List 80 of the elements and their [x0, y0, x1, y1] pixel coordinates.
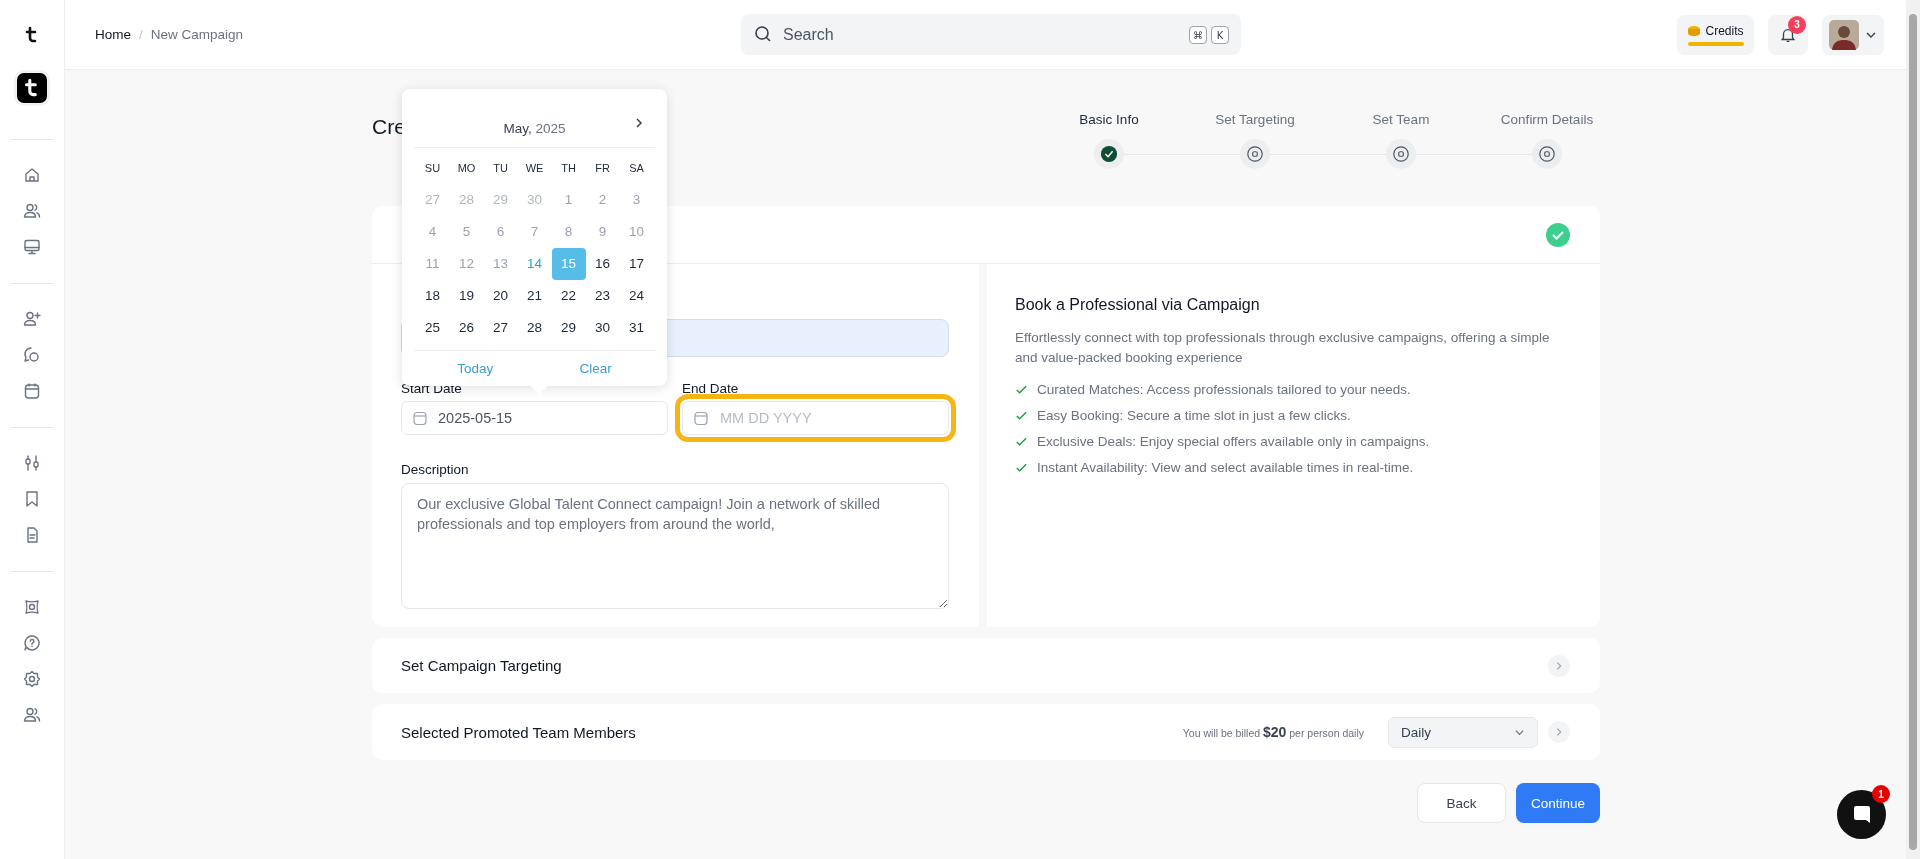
chat-button[interactable]	[1837, 790, 1886, 839]
step-label: Set Targeting	[1215, 112, 1295, 127]
calendar-icon	[412, 410, 428, 426]
section-row[interactable]: Selected Promoted Team Members You will be billed $20 per person daily Daily	[372, 704, 1600, 760]
feature-text: Easy Booking: Secure a time slot in just a few clicks.	[1037, 407, 1351, 423]
scrollbar[interactable]	[1906, 0, 1920, 859]
section-title: Set Campaign Targeting	[401, 657, 562, 674]
calendar-day[interactable]: 16	[585, 247, 620, 280]
chevron-right-icon	[633, 117, 645, 129]
billing-note: You will be billed $20 per person daily	[1182, 724, 1364, 740]
weekday-label: TH	[560, 160, 577, 176]
settings-icon[interactable]	[22, 669, 42, 689]
calendar-day[interactable]: 20	[483, 279, 518, 312]
app-logo[interactable]	[17, 73, 47, 103]
calendar-day[interactable]: 19	[449, 279, 484, 312]
feature-text: Exclusive Deals: Enjoy special offers available only in campaigns.	[1037, 433, 1430, 449]
calendar-day[interactable]: 24	[619, 279, 654, 312]
avatar-icon	[1829, 19, 1859, 50]
calendar-action-link[interactable]: Clear	[579, 360, 612, 376]
monitor-icon[interactable]	[22, 237, 42, 257]
shortcut-key: ⌘	[1189, 26, 1207, 44]
chevron-right-icon	[1554, 727, 1564, 737]
description-field[interactable]: Our exclusive Global Talent Connect campaign! Join a network of skilled professionals and top employers from around the world,	[401, 483, 949, 609]
breadcrumb-link[interactable]: Home	[95, 27, 131, 42]
credits-button[interactable]: Credits	[1677, 14, 1754, 55]
field-label: End Date	[682, 381, 740, 396]
weekday-label: TU	[492, 160, 509, 176]
calendar-day[interactable]: 30	[585, 311, 620, 344]
calendar-icon[interactable]	[22, 381, 42, 401]
weekday-label: FR	[594, 160, 611, 176]
weekday-label: MO	[456, 160, 477, 176]
feature-text: Curated Matches: Access professionals tailored to your needs.	[1037, 381, 1411, 397]
step-label: Basic Info	[1079, 112, 1139, 127]
calendar-day[interactable]: 28	[517, 311, 552, 344]
sliders-icon[interactable]	[22, 453, 42, 473]
field-label: Description	[401, 462, 470, 477]
help-icon[interactable]	[22, 633, 42, 653]
feature-text: Instant Availability: View and select available times in real-time.	[1037, 459, 1414, 475]
weekday-label: WE	[524, 160, 545, 176]
notifications-button[interactable]: 3	[1768, 14, 1808, 55]
info-description: Effortlessly connect with top professionals through exclusive campaigns, offering a simple and value-packed booking experience	[1015, 329, 1551, 367]
back-button[interactable]: Back	[1417, 783, 1506, 823]
calendar-day[interactable]: 14	[517, 247, 552, 280]
calendar-day[interactable]: 22	[551, 279, 586, 312]
info-heading: Book a Professional via Campaign	[1015, 296, 1261, 314]
calendar-day[interactable]: 31	[619, 311, 654, 344]
user-plus-icon[interactable]	[22, 309, 42, 329]
continue-button[interactable]: Continue	[1516, 783, 1600, 823]
calendar-day[interactable]: 21	[517, 279, 552, 312]
breadcrumb-separator: /	[139, 27, 143, 42]
section-title: Selected Promoted Team Members	[401, 723, 636, 741]
notification-badge: 3	[1788, 15, 1806, 34]
shortcut-key: K	[1211, 26, 1229, 44]
frequency-dropdown[interactable]: Daily	[1388, 716, 1538, 748]
users-icon[interactable]	[22, 201, 42, 221]
chevron-right-icon	[1554, 660, 1564, 671]
weekday-label: SA	[628, 160, 645, 176]
section-row[interactable]: Set Campaign Targeting	[372, 638, 1600, 693]
weekday-label: SU	[423, 160, 442, 176]
calendar-day[interactable]: 18	[415, 279, 450, 312]
home-icon[interactable]	[22, 165, 42, 185]
calendar-day[interactable]: 23	[585, 279, 620, 312]
step-label: Set Team	[1372, 112, 1430, 127]
step-label: Confirm Details	[1500, 112, 1594, 127]
start-date-field[interactable]: 2025-05-15	[401, 401, 668, 435]
calendar-action-link[interactable]: Today	[457, 360, 494, 376]
calendar-day[interactable]: 25	[415, 311, 450, 344]
profile-menu-button[interactable]	[1822, 14, 1884, 55]
breadcrumb-link[interactable]: New Campaign	[150, 27, 244, 42]
calendar-day[interactable]: 27	[483, 311, 518, 344]
calendar-day[interactable]: 26	[449, 311, 484, 344]
chat-badge: 1	[1872, 785, 1890, 803]
calendar-day[interactable]: 29	[551, 311, 586, 344]
calendar-day[interactable]: 17	[619, 247, 654, 280]
month-label: May, 2025	[503, 121, 566, 137]
users-icon[interactable]	[22, 705, 42, 725]
coin-icon	[1687, 24, 1702, 37]
calendar-icon	[693, 410, 709, 426]
chat-icon[interactable]	[22, 345, 42, 365]
search-icon	[753, 24, 773, 44]
